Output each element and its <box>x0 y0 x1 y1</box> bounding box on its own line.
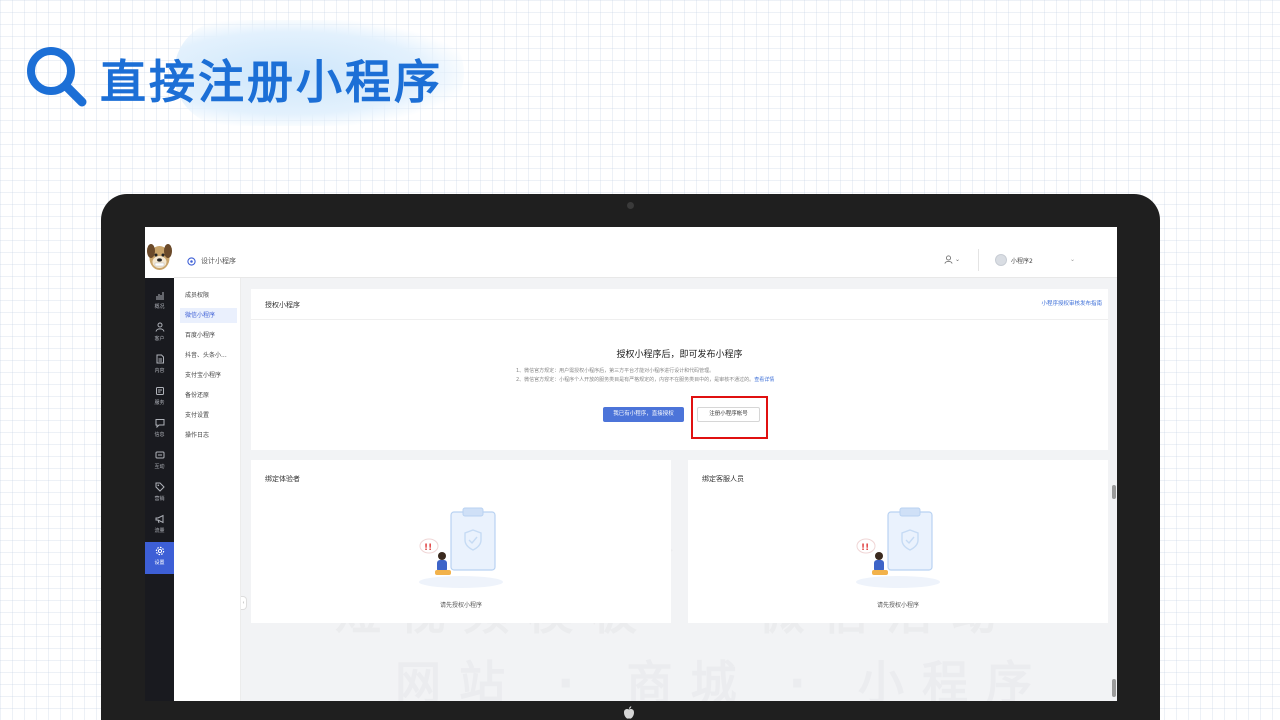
laptop-frame: 数云融媒平台 短视频模板 · 微信活动 网站 · 商城 · 小程序 <box>101 194 1160 720</box>
brand-logo[interactable] <box>145 227 174 278</box>
empty-state-illustration: !! <box>856 507 940 588</box>
settings-submenu: 成员权限 微信小程序 百度小程序 抖音、头条小... 支付宝小程序 备份还原 支… <box>174 278 241 701</box>
nav-item-marketing[interactable]: 营销 <box>145 478 174 510</box>
svg-text:!!: !! <box>861 543 869 553</box>
megaphone-icon <box>155 514 163 524</box>
submenu-collapse-handle[interactable]: ‹ <box>241 596 247 610</box>
submenu-item-baidu-miniprogram[interactable]: 百度小程序 <box>180 328 237 343</box>
slide-heading: 直接注册小程序 <box>24 20 464 126</box>
chevron-down-icon: ⌄ <box>955 256 961 263</box>
camera <box>627 202 634 209</box>
icon-nav: 概况 客户 内容 服务 信息 互动 营销 流量 设置 <box>145 278 174 701</box>
nav-item-traffic[interactable]: 流量 <box>145 510 174 542</box>
breadcrumb: 设计小程序 <box>187 256 236 266</box>
nav-item-settings[interactable]: 设置 <box>145 542 174 574</box>
nav-item-message[interactable]: 信息 <box>145 414 174 446</box>
user-menu[interactable]: ⌄ <box>944 255 960 264</box>
tag-icon <box>155 482 165 492</box>
card-title: 授权小程序 <box>265 301 300 309</box>
user-icon <box>944 255 953 264</box>
service-icon <box>155 387 164 395</box>
miniprogram-icon <box>187 256 196 266</box>
search-icon <box>27 47 87 107</box>
message-icon <box>155 419 164 428</box>
empty-state-text: 请先授权小程序 <box>876 602 919 609</box>
interaction-icon <box>155 451 164 459</box>
user-icon <box>155 322 164 332</box>
chevron-down-icon[interactable]: ⌄ <box>1070 256 1075 263</box>
submenu-item-alipay-miniprogram[interactable]: 支付宝小程序 <box>180 368 237 383</box>
nav-item-overview[interactable]: 概况 <box>145 286 174 318</box>
auth-headline: 授权小程序后，即可发布小程序 <box>616 350 743 360</box>
divider <box>978 249 979 271</box>
scrollbar-thumb[interactable] <box>1112 485 1116 499</box>
view-details-link[interactable]: 查看详情 <box>754 377 774 383</box>
card-title: 绑定客服人员 <box>702 475 744 483</box>
document-icon <box>156 354 164 364</box>
highlight-box <box>691 396 768 439</box>
slide-title: 直接注册小程序 <box>100 55 443 109</box>
app-screen: 数云融媒平台 短视频模板 · 微信活动 网站 · 商城 · 小程序 <box>145 227 1117 701</box>
account-select[interactable]: 小程序2 <box>995 254 1075 266</box>
tester-card: 绑定体验者 !! 请先授权小程序 <box>251 460 671 623</box>
svg-text:!!: !! <box>424 543 432 553</box>
rule-text: 1、微信官方规定：用户需授权小程序后，第三方平台才能对小程序进行设计和代码管理。 <box>516 368 715 374</box>
nav-item-customer[interactable]: 客户 <box>145 318 174 350</box>
submenu-item-logs[interactable]: 操作日志 <box>180 428 237 443</box>
authorize-existing-button[interactable]: 我已有小程序，直接授权 <box>603 407 684 422</box>
empty-state-text: 请先授权小程序 <box>439 602 482 609</box>
submenu-item-douyin-miniprogram[interactable]: 抖音、头条小... <box>180 348 237 363</box>
gear-icon <box>155 546 164 556</box>
card-title: 绑定体验者 <box>265 475 300 483</box>
account-name: 小程序2 <box>1011 257 1033 265</box>
breadcrumb-current: 设计小程序 <box>201 257 236 265</box>
divider <box>251 319 1108 320</box>
auth-card: 授权小程序 小程序授权审核发布指南 授权小程序后，即可发布小程序 1、微信官方规… <box>251 289 1108 450</box>
nav-item-interaction[interactable]: 互动 <box>145 446 174 478</box>
scrollbar-thumb[interactable] <box>1112 679 1116 697</box>
top-bar: 设计小程序 ⌄ 小程序2 ⌄ <box>145 227 1117 278</box>
nav-item-content[interactable]: 内容 <box>145 350 174 382</box>
avatar <box>995 254 1007 266</box>
submenu-item-payment[interactable]: 支付设置 <box>180 408 237 423</box>
submenu-item-members[interactable]: 成员权限 <box>180 288 237 303</box>
watermark: 网站 · 商城 · 小程序 <box>395 656 1051 701</box>
chart-icon <box>155 292 164 300</box>
empty-state-illustration: !! <box>419 507 503 588</box>
rule-text: 2、微信官方规定：小程序个人开放的服务类目是有严格规定的，内容不在服务类目中的，… <box>516 377 775 383</box>
service-staff-card: 绑定客服人员 !! 请先授权小程序 <box>688 460 1108 623</box>
apple-logo-icon <box>618 706 640 720</box>
submenu-item-backup[interactable]: 备份还原 <box>180 388 237 403</box>
guide-link[interactable]: 小程序授权审核发布指南 <box>1041 299 1102 307</box>
nav-item-service[interactable]: 服务 <box>145 382 174 414</box>
submenu-item-wechat-miniprogram[interactable]: 微信小程序 <box>180 308 237 323</box>
